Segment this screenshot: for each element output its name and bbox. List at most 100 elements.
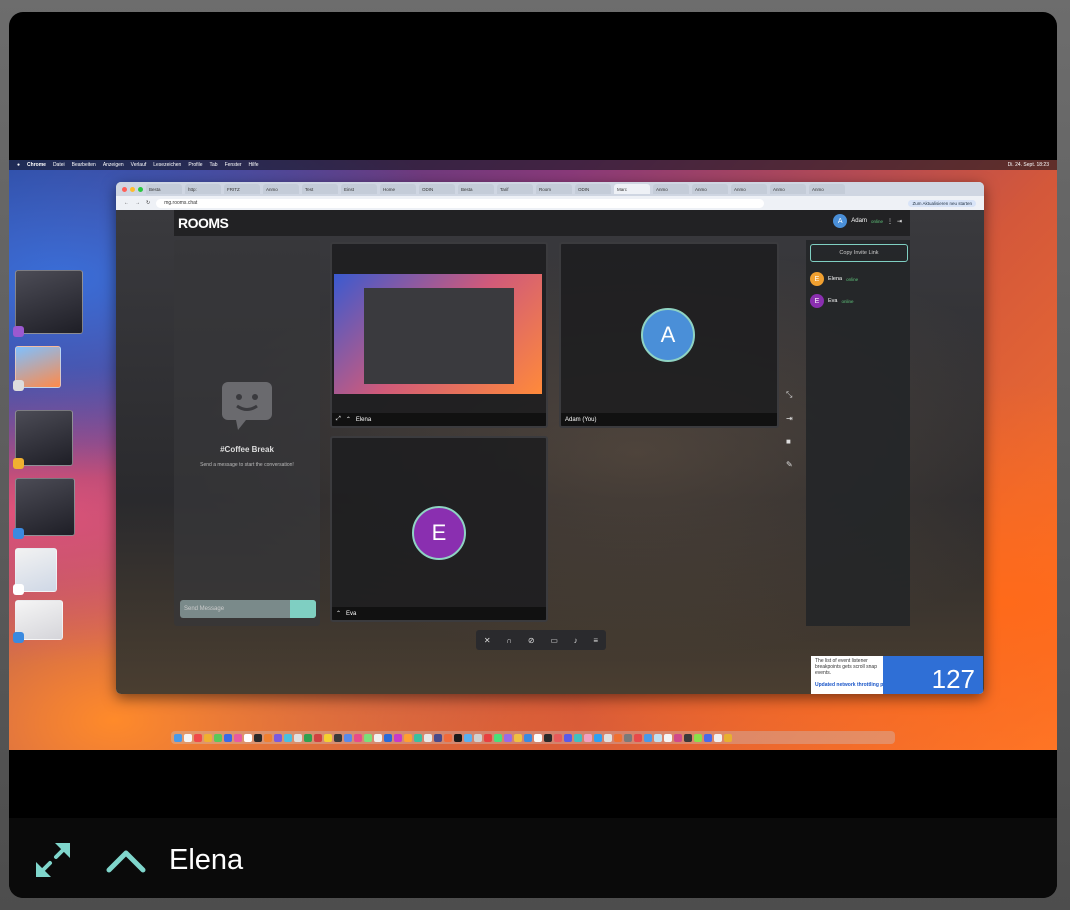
devtools-panel: The list of event listener breakpoints g…	[811, 656, 983, 694]
dock-icon	[504, 733, 512, 742]
stage-thumb	[13, 600, 63, 643]
copy-invite-link-button: Copy Invite Link	[810, 244, 908, 262]
dock-icon	[214, 733, 222, 742]
dock-icon	[184, 733, 192, 742]
tile-name: Eva	[346, 610, 357, 617]
menubar-item: Anzeigen	[102, 162, 124, 168]
member-name: Elena	[828, 276, 843, 282]
maximize-window-icon	[138, 186, 143, 192]
menubar-item: Bearbeiten	[71, 162, 96, 168]
calendar-icon	[13, 584, 24, 595]
browser-tab: http:	[185, 184, 221, 194]
forward-icon: →	[135, 200, 140, 206]
user-status: online	[870, 218, 883, 224]
menubar-item: Lesezeichen	[153, 162, 182, 168]
chevron-up-icon: ⌃	[345, 417, 351, 423]
browser-tab: Home	[380, 184, 416, 194]
rooms-app: ROOMS A Adam online ⋮ ⇥ #Coffee Break Se…	[116, 210, 984, 694]
dock-icon	[554, 733, 562, 742]
dock-icon	[444, 733, 452, 742]
dock-icon	[174, 733, 182, 742]
finder-icon	[13, 632, 24, 643]
app-badge-icon	[13, 326, 24, 337]
participant-name: Elena	[169, 844, 244, 876]
dock-icon	[654, 733, 662, 742]
dock-icon	[424, 733, 432, 742]
avatar: E	[810, 294, 824, 308]
avatar: E	[810, 272, 824, 286]
stage-thumb	[13, 410, 73, 469]
mac-menubar: ● Chrome Datei Bearbeiten Anzeigen Verla…	[9, 160, 1057, 170]
dock-icon	[674, 733, 682, 742]
shared-screen: ● Chrome Datei Bearbeiten Anzeigen Verla…	[9, 160, 1057, 750]
dock-icon	[544, 733, 552, 742]
browser-tab: ODIN	[575, 184, 611, 194]
send-icon	[290, 600, 316, 618]
dock-icon	[594, 733, 602, 742]
resize-icon: ⤡	[786, 390, 793, 399]
tile-label: ⌃ Eva	[332, 607, 546, 620]
dock-icon	[374, 733, 382, 742]
dock-icon	[724, 733, 732, 742]
member-status: online	[846, 276, 859, 282]
dock-icon	[454, 733, 462, 742]
share-icon: ⇥	[786, 414, 793, 423]
mac-dock	[171, 731, 895, 744]
dock-icon	[474, 733, 482, 742]
avatar: A	[833, 214, 848, 228]
tile-label-bar: Elena	[9, 818, 1057, 898]
reload-icon: ↻	[146, 200, 151, 206]
dock-icon	[294, 733, 302, 742]
dock-icon	[344, 733, 352, 742]
tile-tools: ⤡ ⇥ ■ ✎	[786, 390, 793, 469]
menubar-item: Verlauf	[130, 162, 147, 168]
dock-icon	[394, 733, 402, 742]
camera-off-icon: ⊘	[527, 635, 535, 645]
dock-icon	[634, 733, 642, 742]
menubar-item: Datei	[52, 162, 65, 168]
dock-icon	[244, 733, 252, 742]
menubar-item: Hilfe	[248, 162, 259, 168]
menubar-item: Fenster	[224, 162, 242, 168]
stage-thumb	[13, 478, 75, 539]
dock-icon	[494, 733, 502, 742]
dock-icon	[564, 733, 572, 742]
chat-panel: #Coffee Break Send a message to start th…	[174, 240, 320, 626]
browser-tab: Anmo	[770, 184, 806, 194]
dock-icon	[204, 733, 212, 742]
dock-icon	[684, 733, 692, 742]
dock-icon	[194, 733, 202, 742]
video-tile-adam: A Adam (You)	[559, 242, 779, 428]
chevron-up-icon[interactable]	[105, 846, 147, 874]
dock-icon	[534, 733, 542, 742]
back-icon: ←	[124, 200, 129, 206]
tile-name: Adam (You)	[565, 416, 597, 423]
participant-video-tile[interactable]: ● Chrome Datei Bearbeiten Anzeigen Verla…	[9, 12, 1057, 898]
dock-icon	[614, 733, 622, 742]
browser-tab: Anmo	[809, 184, 845, 194]
browser-tab: Besta	[146, 184, 182, 194]
nested-screen-share	[334, 274, 542, 394]
dock-icon	[414, 733, 422, 742]
dock-icon	[514, 733, 522, 742]
browser-tab: ODIN	[419, 184, 455, 194]
browser-tab: Anmo	[692, 184, 728, 194]
dock-icon	[464, 733, 472, 742]
dock-icon	[354, 733, 362, 742]
current-user: A Adam online ⋮ ⇥	[833, 214, 902, 228]
menubar-app-name: Chrome	[27, 162, 46, 168]
expand-icon[interactable]	[33, 840, 73, 880]
video-tile-elena: ⤢ ⌃ Elena	[330, 242, 548, 428]
dock-icon	[224, 733, 232, 742]
rooms-topbar: ROOMS A Adam online ⋮ ⇥	[174, 210, 910, 236]
screen-share-icon: ▭	[550, 635, 558, 645]
close-window-icon	[122, 186, 127, 192]
menubar-item: Profile	[188, 162, 203, 168]
avatar: E	[412, 506, 466, 560]
dock-icon	[234, 733, 242, 742]
browser-tab: Besta	[458, 184, 494, 194]
members-panel: Copy Invite Link E Elena online E Eva on…	[806, 240, 910, 626]
pen-icon: ✎	[786, 460, 793, 469]
browser-tab: Einst	[341, 184, 377, 194]
tile-name: Elena	[355, 416, 372, 423]
